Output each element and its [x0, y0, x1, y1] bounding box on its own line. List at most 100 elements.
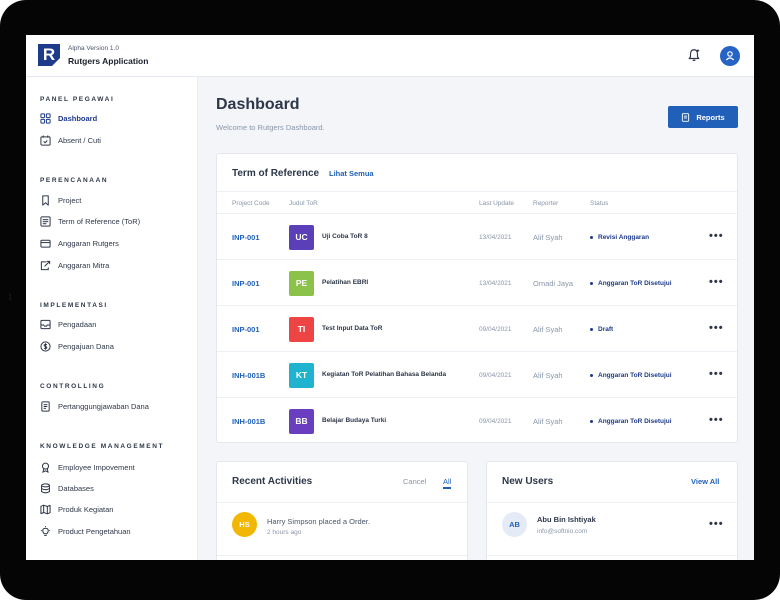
app-screen: R Alpha Version 1.0 Rutgers Application …: [26, 35, 754, 560]
sidebar-item-employee-impovement[interactable]: Employee Impovement: [40, 460, 190, 474]
last-update: 09/04/2021: [479, 418, 512, 425]
device-side-button: ⁞: [9, 293, 12, 302]
last-update: 09/04/2021: [479, 326, 512, 333]
status-text: Anggaran ToR Disetujui: [598, 372, 672, 379]
section-title-perencanaan: PERENCANAAN: [40, 177, 109, 184]
status-badge: Anggaran ToR Disetujui: [590, 280, 672, 287]
status-badge: Anggaran ToR Disetujui: [590, 372, 672, 379]
app-name: Rutgers Application: [68, 56, 149, 66]
sidebar-item-absent-cuti[interactable]: Absent / Cuti: [40, 133, 190, 147]
more-options-icon[interactable]: •••: [709, 322, 724, 334]
sidebar-item-label: Dashboard: [58, 113, 98, 123]
app-version: Alpha Version 1.0: [68, 45, 119, 52]
sidebar-item-anggaran-rutgers[interactable]: Anggaran Rutgers: [40, 236, 190, 250]
column-header: Reporter: [533, 200, 559, 207]
app-logo[interactable]: R: [38, 44, 60, 66]
sidebar-item-label: Anggaran Mitra: [58, 260, 110, 270]
recent-activities-card: Recent Activities Cancel All HS Harry Si…: [216, 461, 468, 560]
more-options-icon[interactable]: •••: [709, 276, 724, 288]
more-options-icon[interactable]: •••: [709, 230, 724, 242]
tab-all[interactable]: All: [443, 477, 452, 489]
tab-cancel[interactable]: Cancel: [403, 477, 426, 486]
sidebar-item-label: Product Pengetahuan: [58, 526, 131, 536]
sidebar-item-dashboard[interactable]: Dashboard: [40, 111, 190, 125]
divider: [217, 555, 467, 556]
table-row[interactable]: INH-001B BB Belajar Budaya Turki 09/04/2…: [217, 398, 737, 444]
sidebar-item-produk-kegiatan[interactable]: Produk Kegiatan: [40, 502, 190, 516]
reports-button[interactable]: Reports: [668, 106, 738, 128]
reports-button-label: Reports: [696, 112, 725, 122]
sidebar-item-pengadaan[interactable]: Pengadaan: [40, 317, 190, 331]
reporter: Omadi Jaya: [533, 279, 574, 288]
view-all-link[interactable]: View All: [691, 477, 719, 486]
section-title-implementasi: IMPLEMENTASI: [40, 302, 108, 309]
table-row[interactable]: INP-001 PE Pelatihan EBRI 13/04/2021 Oma…: [217, 260, 737, 306]
top-bar: R Alpha Version 1.0 Rutgers Application: [26, 35, 754, 77]
table-row[interactable]: INP-001 TI Test Input Data ToR 09/04/202…: [217, 306, 737, 352]
sidebar-item-pengajuan-dana[interactable]: Pengajuan Dana: [40, 339, 190, 353]
divider: [487, 502, 737, 503]
status-text: Anggaran ToR Disetujui: [598, 280, 672, 287]
sidebar-item-pertanggungjawaban-dana[interactable]: Pertanggungjawaban Dana: [40, 399, 190, 413]
status-badge: Anggaran ToR Disetujui: [590, 418, 672, 425]
sidebar-item-label: Absent / Cuti: [58, 135, 101, 145]
report-icon: [682, 112, 690, 122]
tor-initials-badge: PE: [289, 271, 314, 296]
divider: [217, 502, 467, 503]
section-title-panel-pegawai: PANEL PEGAWAI: [40, 96, 115, 103]
status-text: Anggaran ToR Disetujui: [598, 418, 672, 425]
page-subtitle: Welcome to Rutgers Dashboard.: [216, 123, 325, 132]
tor-initials-badge: KT: [289, 363, 314, 388]
sidebar-item-label: Databases: [58, 483, 94, 493]
project-code[interactable]: INP-001: [232, 279, 260, 288]
sidebar-item-label: Anggaran Rutgers: [58, 238, 119, 248]
share-icon: [40, 260, 51, 270]
status-text: Revisi Anggaran: [598, 234, 650, 241]
tor-card-title: Term of Reference: [232, 168, 320, 179]
reporter: Alif Syah: [533, 325, 563, 334]
sidebar-item-databases[interactable]: Databases: [40, 481, 190, 495]
sidebar-item-label: Term of Reference (ToR): [58, 216, 141, 226]
project-code[interactable]: INP-001: [232, 325, 260, 334]
award-icon: [41, 462, 50, 473]
table-header: Project Code Judul ToR Last Update Repor…: [217, 191, 737, 214]
sidebar-item-label: Pengajuan Dana: [58, 341, 114, 351]
dollar-icon: [40, 340, 51, 352]
database-icon: [41, 482, 50, 493]
sidebar-item-project[interactable]: Project: [40, 193, 190, 207]
sidebar-item-label: Project: [58, 195, 82, 205]
status-dot: [590, 328, 593, 331]
list-icon: [40, 215, 51, 227]
status-text: Draft: [598, 326, 614, 333]
user-name: Abu Bin Ishtiyak: [537, 515, 596, 524]
table-row[interactable]: INP-001 UC Uji Coba ToR 8 13/04/2021 Ali…: [217, 214, 737, 260]
column-header: Status: [590, 200, 609, 207]
tor-title: Uji Coba ToR 8: [322, 233, 368, 240]
sidebar-item-product-pengetahuan[interactable]: Product Pengetahuan: [40, 524, 190, 538]
bell-icon[interactable]: [687, 48, 701, 62]
project-code[interactable]: INH-001B: [232, 371, 265, 380]
more-options-icon[interactable]: •••: [709, 414, 724, 426]
tor-title: Belajar Budaya Turki: [322, 417, 387, 424]
new-users-card: New Users View All AB Abu Bin Ishtiyak i…: [486, 461, 738, 560]
sidebar-item-anggaran-mitra[interactable]: Anggaran Mitra: [40, 258, 190, 272]
see-all-link[interactable]: Lihat Semua: [329, 169, 374, 178]
user-email: info@softnio.com: [537, 528, 588, 535]
sidebar-item-label: Pengadaan: [58, 319, 97, 329]
profile-avatar[interactable]: [720, 46, 740, 66]
sidebar-item-label: Employee Impovement: [58, 462, 135, 472]
more-options-icon[interactable]: •••: [709, 368, 724, 380]
status-badge: Revisi Anggaran: [590, 234, 649, 241]
column-header: Judul ToR: [289, 200, 318, 207]
reporter: Alif Syah: [533, 371, 563, 380]
tor-initials-badge: TI: [289, 317, 314, 342]
more-options-icon[interactable]: •••: [709, 518, 724, 530]
project-code[interactable]: INH-001B: [232, 417, 265, 426]
activity-time: 2 hours ago: [267, 529, 302, 536]
last-update: 13/04/2021: [479, 280, 512, 287]
sidebar-item-term-of-reference[interactable]: Term of Reference (ToR): [40, 214, 190, 228]
table-row[interactable]: INH-001B KT Kegiatan ToR Pelatihan Bahas…: [217, 352, 737, 398]
status-dot: [590, 374, 593, 377]
project-code[interactable]: INP-001: [232, 233, 260, 242]
status-badge: Draft: [590, 326, 613, 333]
